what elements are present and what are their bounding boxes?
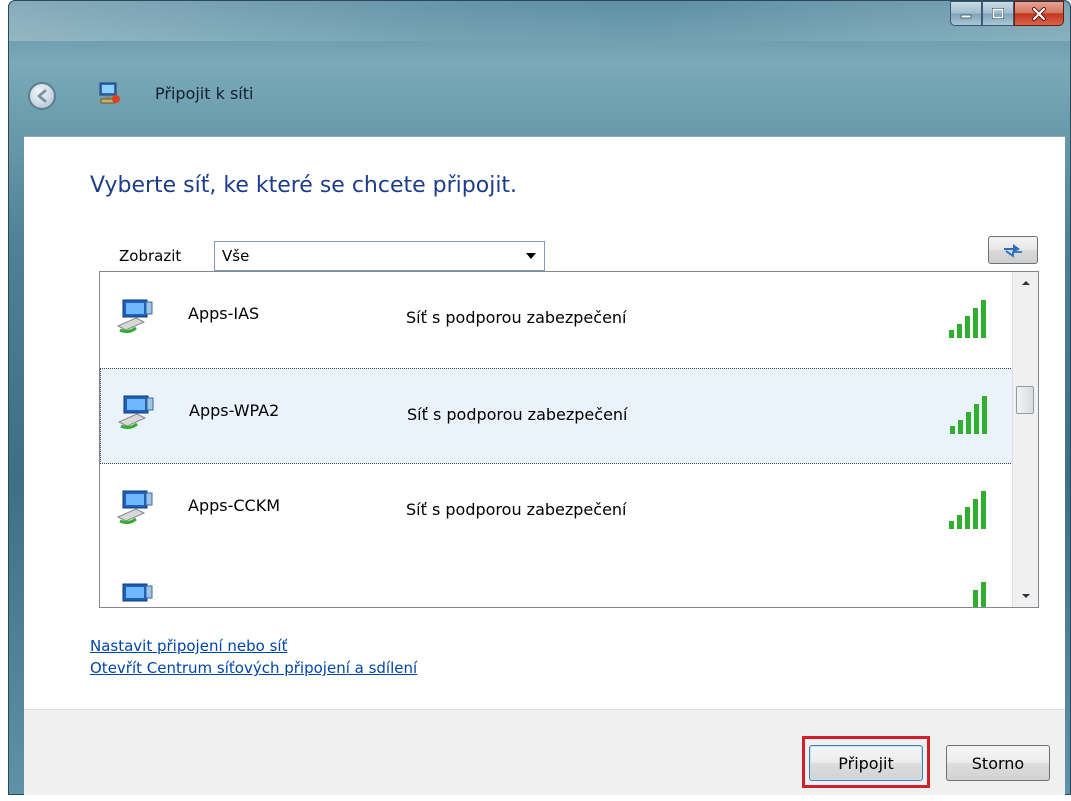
network-name: Apps-CCKM (188, 496, 281, 515)
signal-strength-icon (949, 491, 986, 529)
signal-strength-icon (949, 300, 986, 338)
network-security: Síť s podporou zabezpečení (406, 308, 627, 327)
chevron-up-icon (1021, 281, 1030, 285)
navigation-bar: Připojit k síti (9, 1, 1070, 136)
chevron-down-icon (526, 253, 536, 259)
wireless-network-icon (122, 583, 153, 602)
setup-connection-link[interactable]: Nastavit připojení nebo síť (90, 637, 287, 655)
window-title: Připojit k síti (155, 84, 254, 103)
content-area: Vyberte síť, ke které se chcete připojit… (24, 136, 1065, 710)
cancel-button[interactable]: Storno (946, 745, 1050, 781)
footer-bar: Připojit Storno (24, 709, 1065, 795)
network-security: Síť s podporou zabezpečení (407, 405, 628, 424)
scroll-up-button[interactable] (1013, 272, 1038, 294)
signal-strength-icon (973, 582, 986, 607)
filter-selected-value: Vše (222, 247, 250, 265)
network-row-selected[interactable]: Apps-WPA2 Síť s podporou zabezpečení (100, 368, 1013, 464)
network-app-icon (99, 82, 120, 104)
refresh-button[interactable] (988, 236, 1038, 264)
refresh-icon (1004, 244, 1022, 258)
network-security: Síť s podporou zabezpečení (406, 500, 627, 519)
network-name: Apps-IAS (188, 304, 260, 323)
scroll-down-button[interactable] (1013, 585, 1038, 607)
scrollbar[interactable] (1012, 272, 1038, 607)
wireless-network-icon (117, 395, 154, 430)
network-center-link[interactable]: Otevřít Centrum síťových připojení a sdí… (90, 659, 417, 677)
network-row[interactable]: Apps-IAS Síť s podporou zabezpečení (100, 272, 1013, 368)
network-row-partial[interactable] (100, 560, 1013, 607)
signal-strength-icon (950, 396, 987, 434)
filter-dropdown[interactable]: Vše (214, 241, 545, 271)
wireless-network-icon (116, 299, 153, 334)
network-list[interactable]: Apps-IAS Síť s podporou zabezpečení Apps… (99, 271, 1039, 608)
scroll-thumb[interactable] (1016, 386, 1034, 414)
page-heading: Vyberte síť, ke které se chcete připojit… (90, 173, 518, 198)
network-name: Apps-WPA2 (189, 401, 280, 420)
back-button[interactable] (28, 82, 56, 110)
connect-button[interactable]: Připojit (809, 745, 923, 781)
wireless-network-icon (116, 490, 153, 525)
window-frame: Připojit k síti Vyberte síť, ke které se… (8, 0, 1071, 795)
back-arrow-icon (37, 89, 47, 103)
filter-label: Zobrazit (119, 247, 182, 265)
network-row[interactable]: Apps-CCKM Síť s podporou zabezpečení (100, 464, 1013, 560)
chevron-down-icon (1021, 594, 1030, 598)
